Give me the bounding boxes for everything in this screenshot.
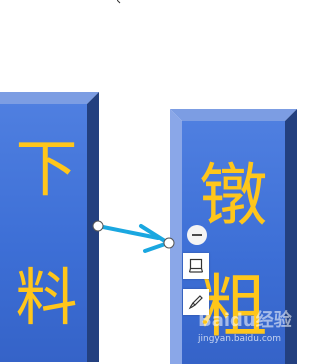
frame-icon[interactable] xyxy=(183,253,209,279)
connector-arrow[interactable] xyxy=(0,0,318,352)
baidu-watermark: Baidu经验 jingyan.baidu.com xyxy=(198,306,310,350)
connector-start-handle[interactable] xyxy=(92,220,104,232)
watermark-url: jingyan.baidu.com xyxy=(198,334,282,344)
slide-canvas: 下 料 镦 粗 Baidu经验 jingyan.baidu.com xyxy=(0,0,318,364)
watermark-logo: Baidu经验 xyxy=(198,310,292,331)
connector-end-handle[interactable] xyxy=(163,237,175,249)
minus-circle-icon[interactable] xyxy=(187,225,207,245)
